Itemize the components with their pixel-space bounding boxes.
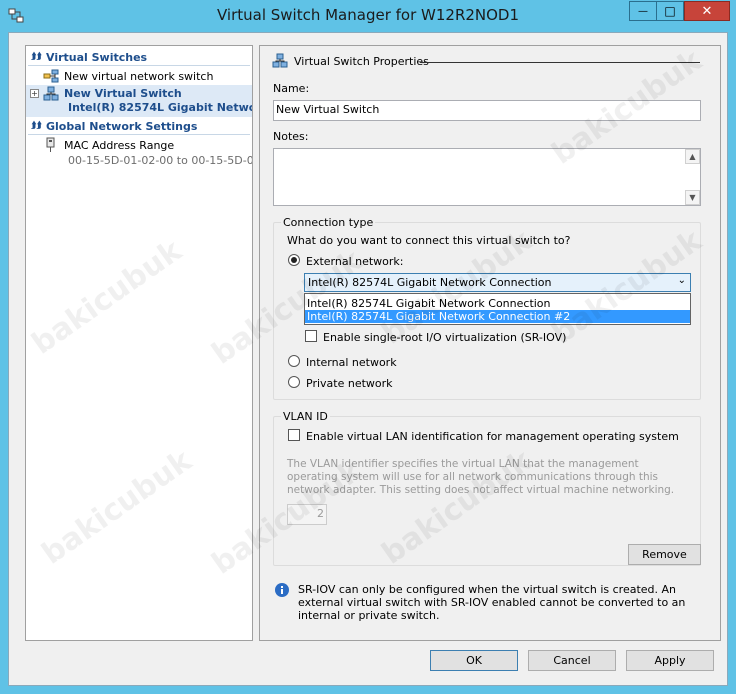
tree-item-new-virtual-switch[interactable]: + New Virtual Switch Intel(R) 82574L Gig… — [26, 85, 252, 117]
private-network-label: Private network — [306, 377, 393, 390]
section-divider — [420, 62, 700, 63]
name-label: Name: — [273, 82, 310, 95]
vlan-enable-label: Enable virtual LAN identification for ma… — [306, 430, 679, 443]
switch-tree-pane: ⮭⮭ Virtual Switches New virtual network … — [25, 45, 253, 641]
maximize-icon: □ — [664, 4, 676, 18]
global-header-label: Global Network Settings — [46, 120, 198, 133]
scroll-up-icon[interactable]: ▲ — [685, 149, 700, 164]
sriov-checkbox[interactable] — [305, 330, 317, 342]
expand-icon[interactable]: + — [30, 89, 39, 98]
adapter-dropdown-list: Intel(R) 82574L Gigabit Network Connecti… — [304, 293, 691, 325]
tree-item-mac-address-range[interactable]: MAC Address Range 00-15-5D-01-02-00 to 0… — [26, 136, 252, 168]
apply-button[interactable]: Apply — [626, 650, 714, 671]
new-switch-icon — [43, 68, 59, 84]
virtual-switch-icon — [272, 53, 288, 69]
mac-address-icon — [43, 137, 59, 153]
virtual-switches-header[interactable]: ⮭⮭ Virtual Switches — [28, 50, 250, 66]
adapter-option[interactable]: Intel(R) 82574L Gigabit Network Connecti… — [305, 297, 690, 310]
dialog-client-area: ⮭⮭ Virtual Switches New virtual network … — [8, 32, 728, 686]
connection-question: What do you want to connect this virtual… — [287, 234, 571, 247]
private-network-radio[interactable] — [288, 376, 300, 388]
adapter-option-highlighted[interactable]: Intel(R) 82574L Gigabit Network Connecti… — [305, 310, 690, 323]
virtual-switch-manager-window: Virtual Switch Manager for W12R2NOD1 — □… — [0, 0, 736, 694]
maximize-button[interactable]: □ — [656, 1, 684, 21]
internal-network-label: Internal network — [306, 356, 397, 369]
switch-name-label: New Virtual Switch — [64, 87, 182, 100]
remove-button[interactable]: Remove — [628, 544, 701, 565]
new-switch-label: New virtual network switch — [64, 70, 214, 83]
close-button[interactable]: ✕ — [684, 1, 730, 21]
external-network-radio[interactable] — [288, 254, 300, 266]
mac-address-value: 00-15-5D-01-02-00 to 00-15-5D-0... — [68, 154, 252, 167]
minimize-button[interactable]: — — [629, 1, 657, 21]
vlan-id-title: VLAN ID — [281, 410, 330, 423]
new-virtual-network-switch-item[interactable]: New virtual network switch — [26, 67, 252, 85]
info-icon — [274, 582, 290, 598]
minimize-icon: — — [638, 5, 648, 17]
chevron-down-icon[interactable]: ⌄ — [678, 275, 686, 286]
cancel-button[interactable]: Cancel — [528, 650, 616, 671]
virtual-switches-header-label: Virtual Switches — [46, 51, 148, 64]
close-icon: ✕ — [701, 3, 713, 19]
vlan-description: The VLAN identifier specifies the virtua… — [287, 458, 675, 496]
collapse-chevron-icon[interactable]: ⮭⮭ — [31, 119, 42, 134]
notes-textarea[interactable]: ▲ ▼ — [273, 148, 701, 206]
switch-adapter-label: Intel(R) 82574L Gigabit Netwo... — [68, 101, 252, 114]
sriov-info-text: SR-IOV can only be configured when the v… — [298, 583, 686, 622]
internal-network-radio[interactable] — [288, 355, 300, 367]
title-bar[interactable]: Virtual Switch Manager for W12R2NOD1 — □… — [0, 0, 736, 34]
external-adapter-value: Intel(R) 82574L Gigabit Network Connecti… — [308, 276, 552, 289]
virtual-switch-icon — [43, 86, 59, 102]
ok-button[interactable]: OK — [430, 650, 518, 671]
notes-label: Notes: — [273, 130, 309, 143]
switch-properties-pane: Virtual Switch Properties Name: New Virt… — [259, 45, 721, 641]
scroll-down-icon[interactable]: ▼ — [685, 190, 700, 205]
collapse-chevron-icon[interactable]: ⮭⮭ — [31, 50, 42, 65]
external-network-label: External network: — [306, 255, 404, 268]
global-network-settings-header[interactable]: ⮭⮭ Global Network Settings — [28, 119, 250, 135]
mac-address-label: MAC Address Range — [64, 139, 175, 152]
window-title: Virtual Switch Manager for W12R2NOD1 — [216, 6, 520, 24]
name-input[interactable]: New Virtual Switch — [273, 100, 701, 121]
sriov-label: Enable single-root I/O virtualization (S… — [323, 331, 567, 344]
vlan-id-input[interactable]: 2 — [287, 504, 327, 525]
connection-type-title: Connection type — [281, 216, 376, 229]
vlan-enable-checkbox[interactable] — [288, 429, 300, 441]
section-title: Virtual Switch Properties — [294, 55, 429, 68]
external-adapter-select[interactable]: Intel(R) 82574L Gigabit Network Connecti… — [304, 273, 691, 292]
